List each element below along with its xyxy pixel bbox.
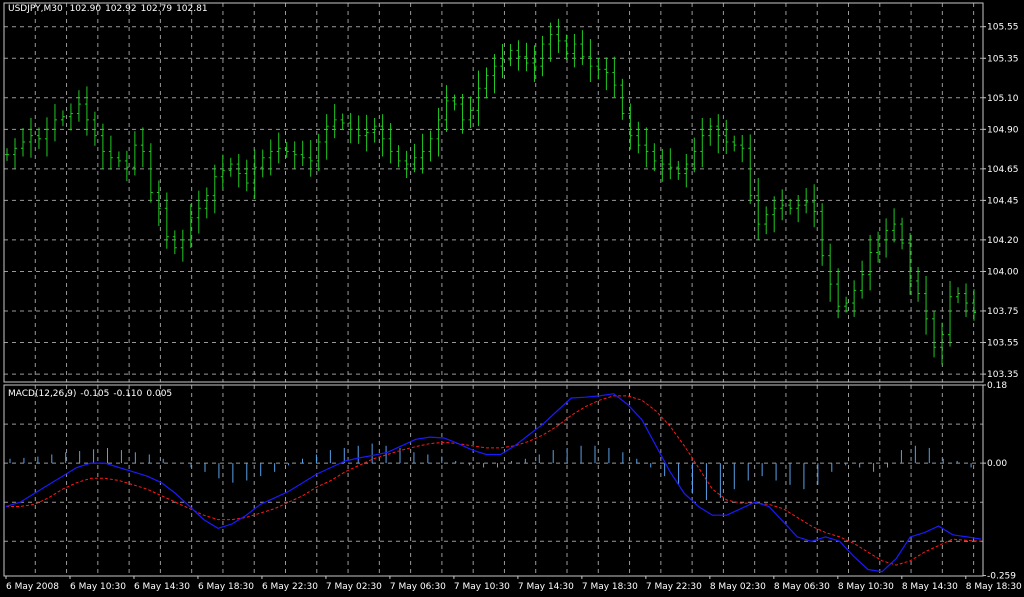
- time-axis-label: 6 May 10:30: [70, 582, 126, 592]
- price-axis-label: 105.55: [987, 23, 1019, 33]
- time-axis-label: 7 May 06:30: [390, 582, 446, 592]
- macd-axis-label: -0.259: [987, 572, 1016, 582]
- chart-window[interactable]: 105.55 105.35 105.10 104.90 104.65 104.45 104.…: [0, 0, 1024, 594]
- price-axis-label: 104.65: [987, 165, 1019, 175]
- price-axis-label: 103.55: [987, 339, 1019, 349]
- time-axis-label: 6 May 22:30: [262, 582, 318, 592]
- macd-axis-label: 0.00: [987, 459, 1007, 469]
- time-axis-label: 7 May 18:30: [582, 582, 638, 592]
- price-axis-label: 105.10: [987, 94, 1019, 104]
- time-axis-label: 6 May 2008: [6, 582, 59, 592]
- price-axis-label: 104.20: [987, 236, 1019, 246]
- price-axis-label: 105.35: [987, 54, 1019, 64]
- time-axis-label: 6 May 18:30: [198, 582, 254, 592]
- time-axis-label: 7 May 22:30: [646, 582, 702, 592]
- time-axis-label: 6 May 14:30: [134, 582, 190, 592]
- price-axis-label: 104.45: [987, 196, 1019, 206]
- time-axis-label: 7 May 14:30: [518, 582, 574, 592]
- time-axis-label: 8 May 06:30: [774, 582, 830, 592]
- price-axis-label: 104.00: [987, 267, 1019, 277]
- price-axis-label: 103.35: [987, 370, 1019, 380]
- time-axis-label: 8 May 14:30: [902, 582, 958, 592]
- background: [0, 0, 1024, 594]
- chart-canvas[interactable]: 105.55 105.35 105.10 104.90 104.65 104.45 104.…: [0, 0, 1024, 594]
- time-axis-label: 8 May 10:30: [838, 582, 894, 592]
- price-axis-label: 104.90: [987, 125, 1019, 135]
- time-axis-label: 8 May 18:30: [966, 582, 1022, 592]
- price-axis-label: 103.75: [987, 307, 1019, 317]
- time-axis-label: 8 May 02:30: [710, 582, 766, 592]
- time-axis-label: 7 May 10:30: [454, 582, 510, 592]
- macd-axis-label: 0.18: [987, 381, 1007, 391]
- time-axis-label: 7 May 02:30: [326, 582, 382, 592]
